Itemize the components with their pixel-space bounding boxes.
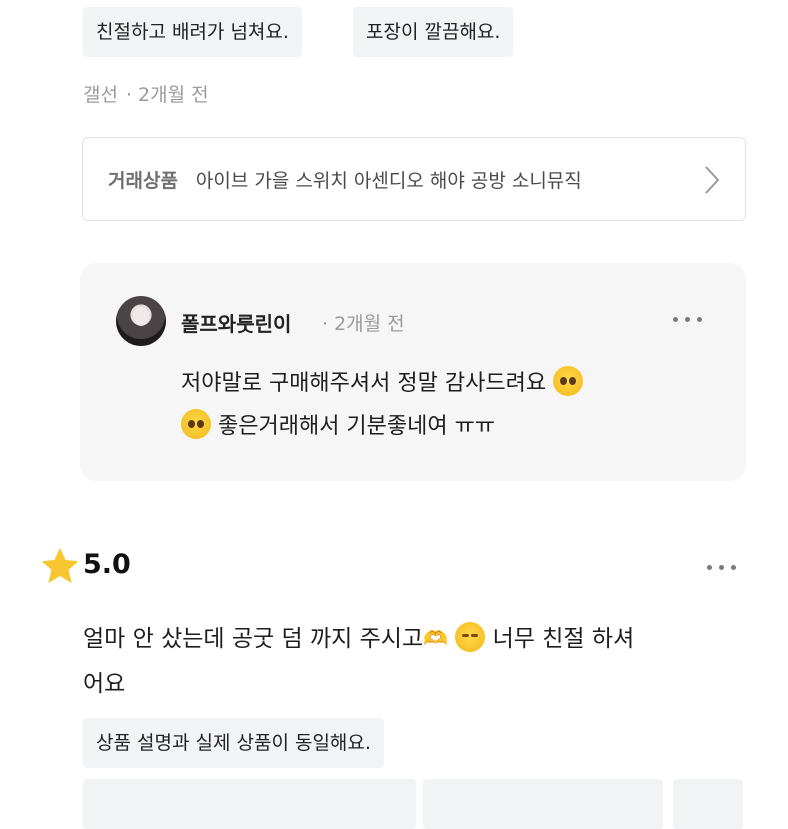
review-tag: 친절하고 배려가 넘쳐요. <box>83 7 302 57</box>
review-text: 얼마 안 샀는데 공굿 덤 까지 주시고🫶 너무 친절 하셔 어요 <box>83 616 763 707</box>
review-rating: 5.0 <box>83 549 131 580</box>
reply-text: 저야말로 구매해주셔서 정말 감사드려요 좋은거래해서 기분좋네여 ㅠㅠ <box>181 362 721 448</box>
review-text-part2: 너무 친절 하셔 <box>492 626 635 652</box>
avatar[interactable] <box>116 296 166 346</box>
chevron-right-icon <box>705 166 720 194</box>
review-tag: 포장이 깔끔해요. <box>353 7 514 57</box>
reply-time: · 2개월 전 <box>322 313 405 335</box>
review-author[interactable]: 갤선 <box>83 84 118 106</box>
traded-product-link[interactable]: 거래상품 아이브 가을 스위치 아센디오 해야 공방 소니뮤직 <box>82 137 746 221</box>
traded-product-label: 거래상품 <box>108 169 178 192</box>
reply-more-menu-icon[interactable] <box>673 317 702 322</box>
star-icon <box>41 548 79 583</box>
reply-text-line1: 저야말로 구매해주셔서 정말 감사드려요 <box>181 371 547 396</box>
heart-hands-emoji-icon: 🫶 <box>423 626 449 650</box>
review-meta: 갤선 · 2개월 전 <box>83 80 209 107</box>
review-text-part3: 어요 <box>83 671 126 697</box>
review-time: 2개월 전 <box>138 84 209 106</box>
review-text-part1: 얼마 안 샀는데 공굿 덤 까지 주시고 <box>83 626 424 652</box>
review-tag: 상품 설명과 실제 상품이 동일해요. <box>83 718 384 768</box>
smiling-face-emoji-icon <box>455 622 486 652</box>
review-tag-partial <box>673 779 743 829</box>
review-tag-partial <box>83 779 416 829</box>
review-tag-partial <box>423 779 663 829</box>
reply-text-line2: 좋은거래해서 기분좋네여 ㅠㅠ <box>218 414 496 439</box>
review-more-menu-icon[interactable] <box>707 565 736 570</box>
separator-dot: · <box>125 84 133 106</box>
pleading-face-emoji-icon <box>553 366 584 396</box>
reply-author[interactable]: 폴프와룻린이 <box>181 308 291 337</box>
seller-reply: 폴프와룻린이 · 2개월 전 저야말로 구매해주셔서 정말 감사드려요 좋은거래… <box>80 263 746 481</box>
reply-time-value: 2개월 전 <box>334 313 405 335</box>
pleading-face-emoji-icon <box>181 409 211 439</box>
traded-product-name: 아이브 가을 스위치 아센디오 해야 공방 소니뮤직 <box>195 169 582 192</box>
